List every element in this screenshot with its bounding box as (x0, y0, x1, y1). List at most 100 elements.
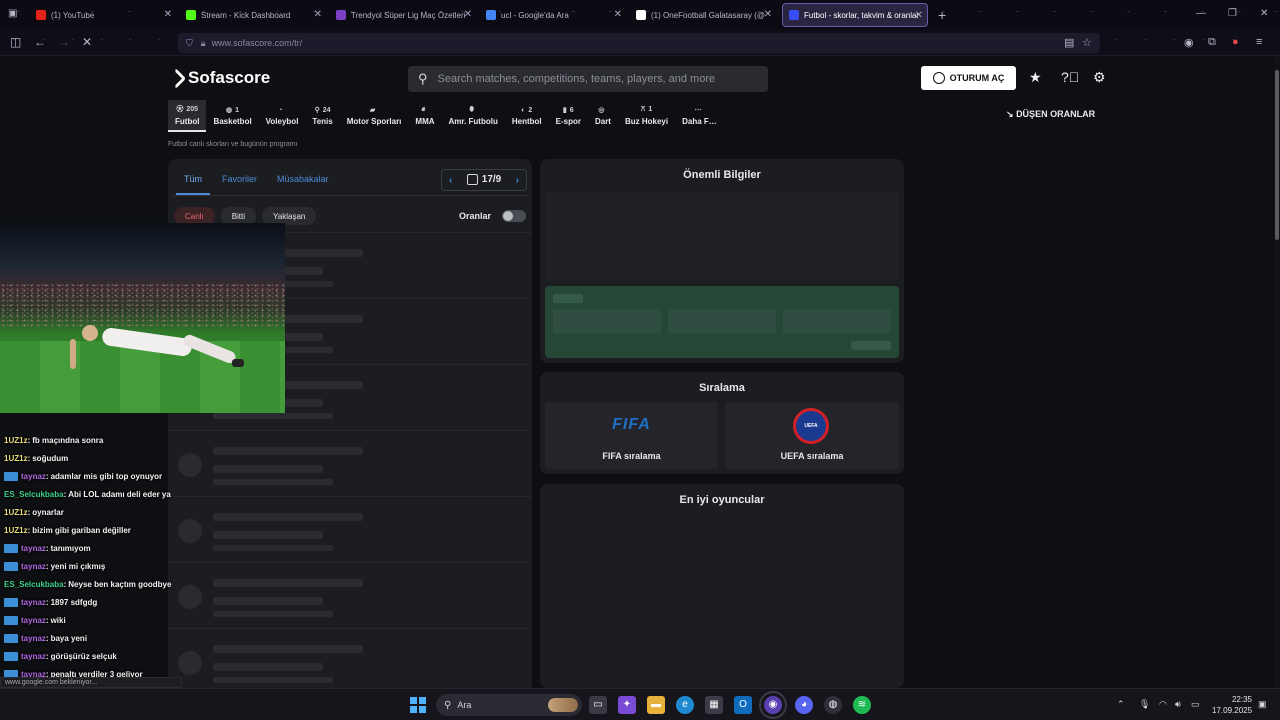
page-scrollbar[interactable] (1274, 56, 1280, 688)
chat-username[interactable]: 1UZ1z (4, 526, 28, 535)
sport-tab-mma[interactable]: ✊︎ MMA (408, 100, 441, 132)
sport-tab-darts[interactable]: ◎ Dart (588, 100, 618, 132)
sport-tab-basketball[interactable]: ◍ 1 Basketbol (206, 100, 258, 132)
sport-tab-football[interactable]: ⚽︎ 205 Futbol (168, 100, 207, 132)
browser-tab-5[interactable]: Futbol - skorlar, takvim & oranlar ✕ (782, 3, 928, 27)
chat-text: 1897 sdfgdg (50, 597, 98, 607)
chat-badge-icon (4, 561, 18, 571)
store-icon[interactable]: ▦ (705, 696, 723, 714)
edge-icon[interactable]: e (676, 696, 694, 714)
browser-tab-0[interactable]: (1) YouTube ✕ (30, 3, 176, 27)
chat-username[interactable]: ES_Selcukbaba (4, 490, 64, 499)
tab-competitions[interactable]: Müsabakalar (277, 174, 329, 184)
start-button[interactable] (410, 697, 426, 713)
dropping-odds-link[interactable]: ↘ DÜŞEN ORANLAR (1006, 109, 1095, 120)
sport-tab-volleyball[interactable]: ◔ Voleybol (259, 100, 306, 132)
steam-icon[interactable]: ◍ (824, 696, 842, 714)
tab-all[interactable]: Tüm (184, 174, 202, 184)
volume-icon[interactable]: 🔊︎ (1175, 699, 1181, 710)
chat-username[interactable]: taynaz (21, 598, 46, 607)
outlook-icon[interactable]: O (734, 696, 752, 714)
odds-toggle[interactable] (502, 210, 526, 222)
close-tab-icon[interactable]: ✕ (764, 9, 772, 20)
favorites-star-icon[interactable]: ★ (1029, 69, 1042, 86)
ice-hockey-icon: ⚻ (640, 106, 646, 113)
sport-tab-motorsport[interactable]: ▰ Motor Sporları (340, 100, 409, 132)
taskbar-search[interactable]: ⚲ Ara (436, 694, 582, 716)
restore-button[interactable]: ❐ (1228, 8, 1237, 19)
stop-loading-button[interactable]: ✕ (82, 35, 92, 49)
login-button[interactable]: OTURUM AÇ (921, 66, 1016, 90)
minimize-button[interactable]: — (1196, 8, 1206, 19)
shield-icon[interactable]: ⛉ (186, 38, 193, 49)
forward-button[interactable]: → (58, 35, 70, 49)
address-bar[interactable]: ⛉ 🔒︎ www.sofascore.com/tr/ (178, 33, 1100, 53)
chat-username[interactable]: taynaz (21, 562, 46, 571)
close-window-button[interactable]: ✕ (1260, 8, 1268, 19)
browser-tab-2[interactable]: Trendyol Süper Lig Maç Özetleri ✕ (330, 3, 476, 27)
search-input[interactable]: ⚲ Search matches, competitions, teams, p… (408, 66, 768, 92)
chat-username[interactable]: taynaz (21, 616, 46, 625)
chat-username[interactable]: taynaz (21, 652, 46, 661)
chat-username[interactable]: taynaz (21, 544, 46, 553)
reader-view-icon[interactable]: ▤ (1064, 36, 1074, 49)
battery-icon[interactable]: ▭ (1191, 699, 1200, 710)
sport-tab-american-football[interactable]: ⬮ Amr. Futbolu (442, 100, 505, 132)
wifi-icon[interactable]: ◠ (1159, 699, 1167, 710)
sport-tab-more[interactable]: ⋯ Daha F… (675, 100, 724, 132)
close-tab-icon[interactable]: ✕ (164, 9, 172, 20)
firefox-icon[interactable]: ◉ (759, 691, 787, 719)
ublock-icon[interactable]: ● (1232, 36, 1239, 48)
chat-username[interactable]: 1UZ1z (4, 436, 28, 445)
search-placeholder: Search matches, competitions, teams, pla… (437, 73, 716, 85)
back-button[interactable]: ← (34, 35, 46, 49)
scrollbar-thumb[interactable] (1275, 70, 1279, 240)
lock-icon[interactable]: 🔒︎ (201, 38, 206, 49)
browser-tab-3[interactable]: ucl - Google'da Ara ✕ (480, 3, 626, 27)
sport-label: Amr. Futbolu (448, 117, 498, 126)
spotify-icon[interactable]: ≋ (853, 696, 871, 714)
date-picker[interactable]: ‹ 17/9 › (441, 169, 527, 191)
prev-date-icon[interactable]: ‹ (449, 175, 452, 186)
chat-username[interactable]: taynaz (21, 634, 46, 643)
task-view-icon[interactable]: ▭ (589, 696, 607, 714)
file-explorer-icon[interactable]: ▬ (647, 696, 665, 714)
browser-tab-4[interactable]: (1) OneFootball Galatasaray (@… ✕ (630, 3, 776, 27)
tab-list-icon[interactable]: ▣ (8, 8, 17, 19)
uefa-ranking-tile[interactable]: UEFA UEFA sıralama (725, 402, 899, 469)
tab-favorites[interactable]: Favoriler (222, 174, 257, 184)
taskbar-clock[interactable]: 22:35 17.09.2025 (1212, 694, 1252, 716)
sport-tab-ice-hockey[interactable]: ⚻ 1 Buz Hokeyi (618, 100, 675, 132)
copilot-icon[interactable]: ✦ (618, 696, 636, 714)
settings-gear-icon[interactable]: ⚙ (1093, 69, 1106, 86)
sidebar-toggle-icon[interactable]: ◫ (10, 35, 21, 49)
account-icon[interactable]: ◉ (1184, 36, 1194, 49)
chat-username[interactable]: 1UZ1z (4, 508, 28, 517)
fifa-ranking-label: FIFA sıralama (602, 451, 661, 461)
chat-message: ES_Selcukbaba : Abi LOL adamı deli eder y… (4, 489, 171, 499)
close-tab-icon[interactable]: ✕ (614, 9, 622, 20)
sport-tab-esports[interactable]: ▮ 6 E-spor (549, 100, 588, 132)
bookmark-star-icon[interactable]: ☆ (1082, 36, 1092, 49)
tray-chevron-icon[interactable]: ⌃ (1117, 699, 1125, 710)
menu-icon[interactable]: ≡ (1256, 36, 1262, 48)
sport-label: Hentbol (511, 116, 542, 126)
sofascore-logo[interactable]: Sofascore (164, 67, 270, 89)
next-date-icon[interactable]: › (516, 175, 519, 186)
chat-username[interactable]: 1UZ1z (4, 454, 28, 463)
sport-tab-tennis[interactable]: ⚲ 24 Tenis (305, 100, 339, 132)
help-icon[interactable]: ?⃝ (1061, 69, 1079, 85)
browser-tab-1[interactable]: Stream - Kick Dashboard ✕ (180, 3, 326, 27)
close-tab-icon[interactable]: ✕ (915, 10, 923, 21)
discord-icon[interactable]: ◕ (795, 696, 813, 714)
sport-tab-handball[interactable]: ◐ 2 Hentbol (505, 100, 549, 132)
fifa-ranking-tile[interactable]: FIFA FIFA sıralama (545, 402, 718, 469)
notifications-icon[interactable]: ▣ (1258, 699, 1267, 710)
extensions-icon[interactable]: ⧉ (1208, 36, 1216, 49)
close-tab-icon[interactable]: ✕ (464, 9, 472, 20)
new-tab-button[interactable]: + (938, 7, 946, 23)
close-tab-icon[interactable]: ✕ (314, 9, 322, 20)
chat-username[interactable]: ES_Selcukbaba (4, 580, 64, 589)
chat-username[interactable]: taynaz (21, 472, 46, 481)
microphone-icon[interactable]: 🎙︎ (1139, 699, 1150, 710)
